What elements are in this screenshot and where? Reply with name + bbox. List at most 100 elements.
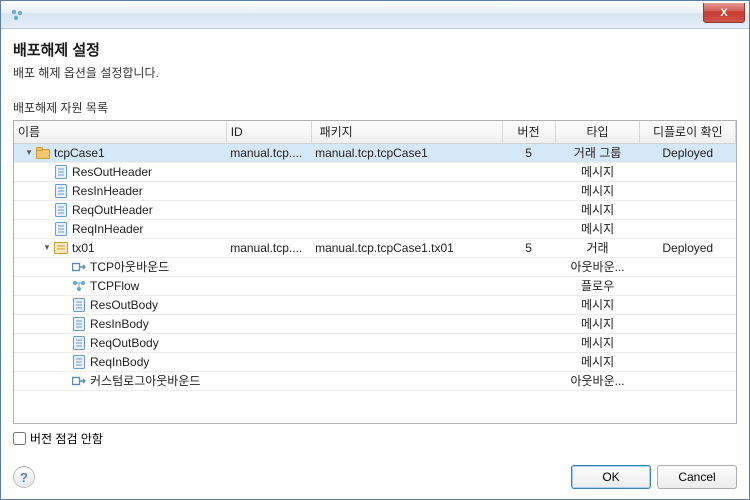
row-package <box>311 181 502 200</box>
row-id <box>226 295 311 314</box>
table-row[interactable]: TCP아웃바운드아웃바운... <box>14 257 736 276</box>
row-version <box>502 257 555 276</box>
msg-icon <box>54 165 68 179</box>
row-name: ResInBody <box>90 317 149 331</box>
row-deploy: Deployed <box>640 238 736 257</box>
row-version <box>502 276 555 295</box>
row-version: 5 <box>502 143 555 162</box>
row-id: manual.tcp.... <box>226 238 311 257</box>
row-type: 거래 그룹 <box>555 143 640 162</box>
row-package <box>311 257 502 276</box>
row-name: tx01 <box>72 241 95 255</box>
skip-version-check-checkbox[interactable] <box>13 432 26 445</box>
row-type: 메시지 <box>555 200 640 219</box>
col-header-name[interactable]: 이름 <box>14 121 226 143</box>
row-type: 플로우 <box>555 276 640 295</box>
row-name: ReqInBody <box>90 355 149 369</box>
row-package <box>311 371 502 390</box>
col-header-type[interactable]: 타입 <box>555 121 640 143</box>
row-deploy <box>640 371 736 390</box>
expander-placeholder <box>60 319 70 329</box>
table-row[interactable]: ReqOutBody메시지 <box>14 333 736 352</box>
row-version <box>502 162 555 181</box>
table-row[interactable]: ReqInHeader메시지 <box>14 219 736 238</box>
expander-placeholder <box>42 186 52 196</box>
row-name: 커스텀로그아웃바운드 <box>90 372 200 389</box>
page-title: 배포해제 설정 <box>13 39 737 60</box>
row-package <box>311 162 502 181</box>
row-type: 메시지 <box>555 314 640 333</box>
row-name: TCP아웃바운드 <box>90 258 169 275</box>
row-name: TCPFlow <box>90 279 139 293</box>
row-package: manual.tcp.tcpCase1.tx01 <box>311 238 502 257</box>
msg-icon <box>72 317 86 331</box>
row-name: ReqOutHeader <box>72 203 153 217</box>
row-name: ReqOutBody <box>90 336 159 350</box>
dialog-footer: ? OK Cancel <box>13 465 737 489</box>
expander-icon[interactable]: ▾ <box>42 243 52 253</box>
resource-table: 이름 ID 패키지 버전 타입 디플로이 확인 ▾tcpCase1manual.… <box>13 120 737 424</box>
table-header-row: 이름 ID 패키지 버전 타입 디플로이 확인 <box>14 121 736 143</box>
table-row[interactable]: ResInHeader메시지 <box>14 181 736 200</box>
table-scroll[interactable]: 이름 ID 패키지 버전 타입 디플로이 확인 ▾tcpCase1manual.… <box>14 121 736 423</box>
row-deploy <box>640 257 736 276</box>
table-row[interactable]: ReqOutHeader 메시지 <box>14 200 736 219</box>
table-row[interactable]: ResOutHeader 메시지 <box>14 162 736 181</box>
row-deploy: Deployed <box>640 143 736 162</box>
row-id: manual.tcp.... <box>226 143 311 162</box>
table-row[interactable]: 커스텀로그아웃바운드아웃바운... <box>14 371 736 390</box>
expander-placeholder <box>42 167 52 177</box>
msg-icon <box>72 298 86 312</box>
expander-placeholder <box>60 300 70 310</box>
row-name: ResOutHeader <box>72 165 152 179</box>
ok-button[interactable]: OK <box>571 465 651 489</box>
msg-icon <box>72 336 86 350</box>
row-id <box>226 352 311 371</box>
col-header-package[interactable]: 패키지 <box>311 121 502 143</box>
row-id <box>226 219 311 238</box>
row-id <box>226 181 311 200</box>
row-version <box>502 371 555 390</box>
row-deploy <box>640 181 736 200</box>
help-button[interactable]: ? <box>13 466 35 488</box>
row-id <box>226 200 311 219</box>
row-id <box>226 371 311 390</box>
row-version <box>502 314 555 333</box>
row-version <box>502 200 555 219</box>
col-header-id[interactable]: ID <box>226 121 311 143</box>
row-version <box>502 352 555 371</box>
table-row[interactable]: ReqInBody메시지 <box>14 352 736 371</box>
row-package <box>311 295 502 314</box>
expander-placeholder <box>42 224 52 234</box>
msg-icon <box>54 222 68 236</box>
table-row[interactable]: ResInBody 메시지 <box>14 314 736 333</box>
table-row[interactable]: TCPFlow 플로우 <box>14 276 736 295</box>
dialog-content: 배포해제 설정 배포 해제 옵션을 설정합니다. 배포해제 자원 목록 이름 I… <box>1 29 749 499</box>
tx-icon <box>54 241 68 255</box>
row-package: manual.tcp.tcpCase1 <box>311 143 502 162</box>
expander-icon[interactable]: ▾ <box>24 148 34 158</box>
row-type: 거래 <box>555 238 640 257</box>
row-deploy <box>640 333 736 352</box>
row-version <box>502 333 555 352</box>
row-deploy <box>640 352 736 371</box>
row-id <box>226 162 311 181</box>
row-version <box>502 181 555 200</box>
col-header-version[interactable]: 버전 <box>502 121 555 143</box>
row-deploy <box>640 219 736 238</box>
version-check-row: 버전 점검 안함 <box>13 430 737 447</box>
cancel-button[interactable]: Cancel <box>657 465 737 489</box>
out-icon <box>72 260 86 274</box>
expander-placeholder <box>60 357 70 367</box>
table-row[interactable]: ResOutBody메시지 <box>14 295 736 314</box>
table-row[interactable]: ▾tcpCase1manual.tcp....manual.tcp.tcpCas… <box>14 143 736 162</box>
row-id <box>226 257 311 276</box>
row-type: 메시지 <box>555 162 640 181</box>
close-button[interactable]: X <box>703 3 745 23</box>
row-deploy <box>640 314 736 333</box>
folder-icon <box>36 146 50 160</box>
col-header-deploy[interactable]: 디플로이 확인 <box>640 121 736 143</box>
msg-icon <box>54 184 68 198</box>
table-row[interactable]: ▾ tx01 manual.tcp....manual.tcp.tcpCase1.t… <box>14 238 736 257</box>
row-name: ResInHeader <box>72 184 143 198</box>
